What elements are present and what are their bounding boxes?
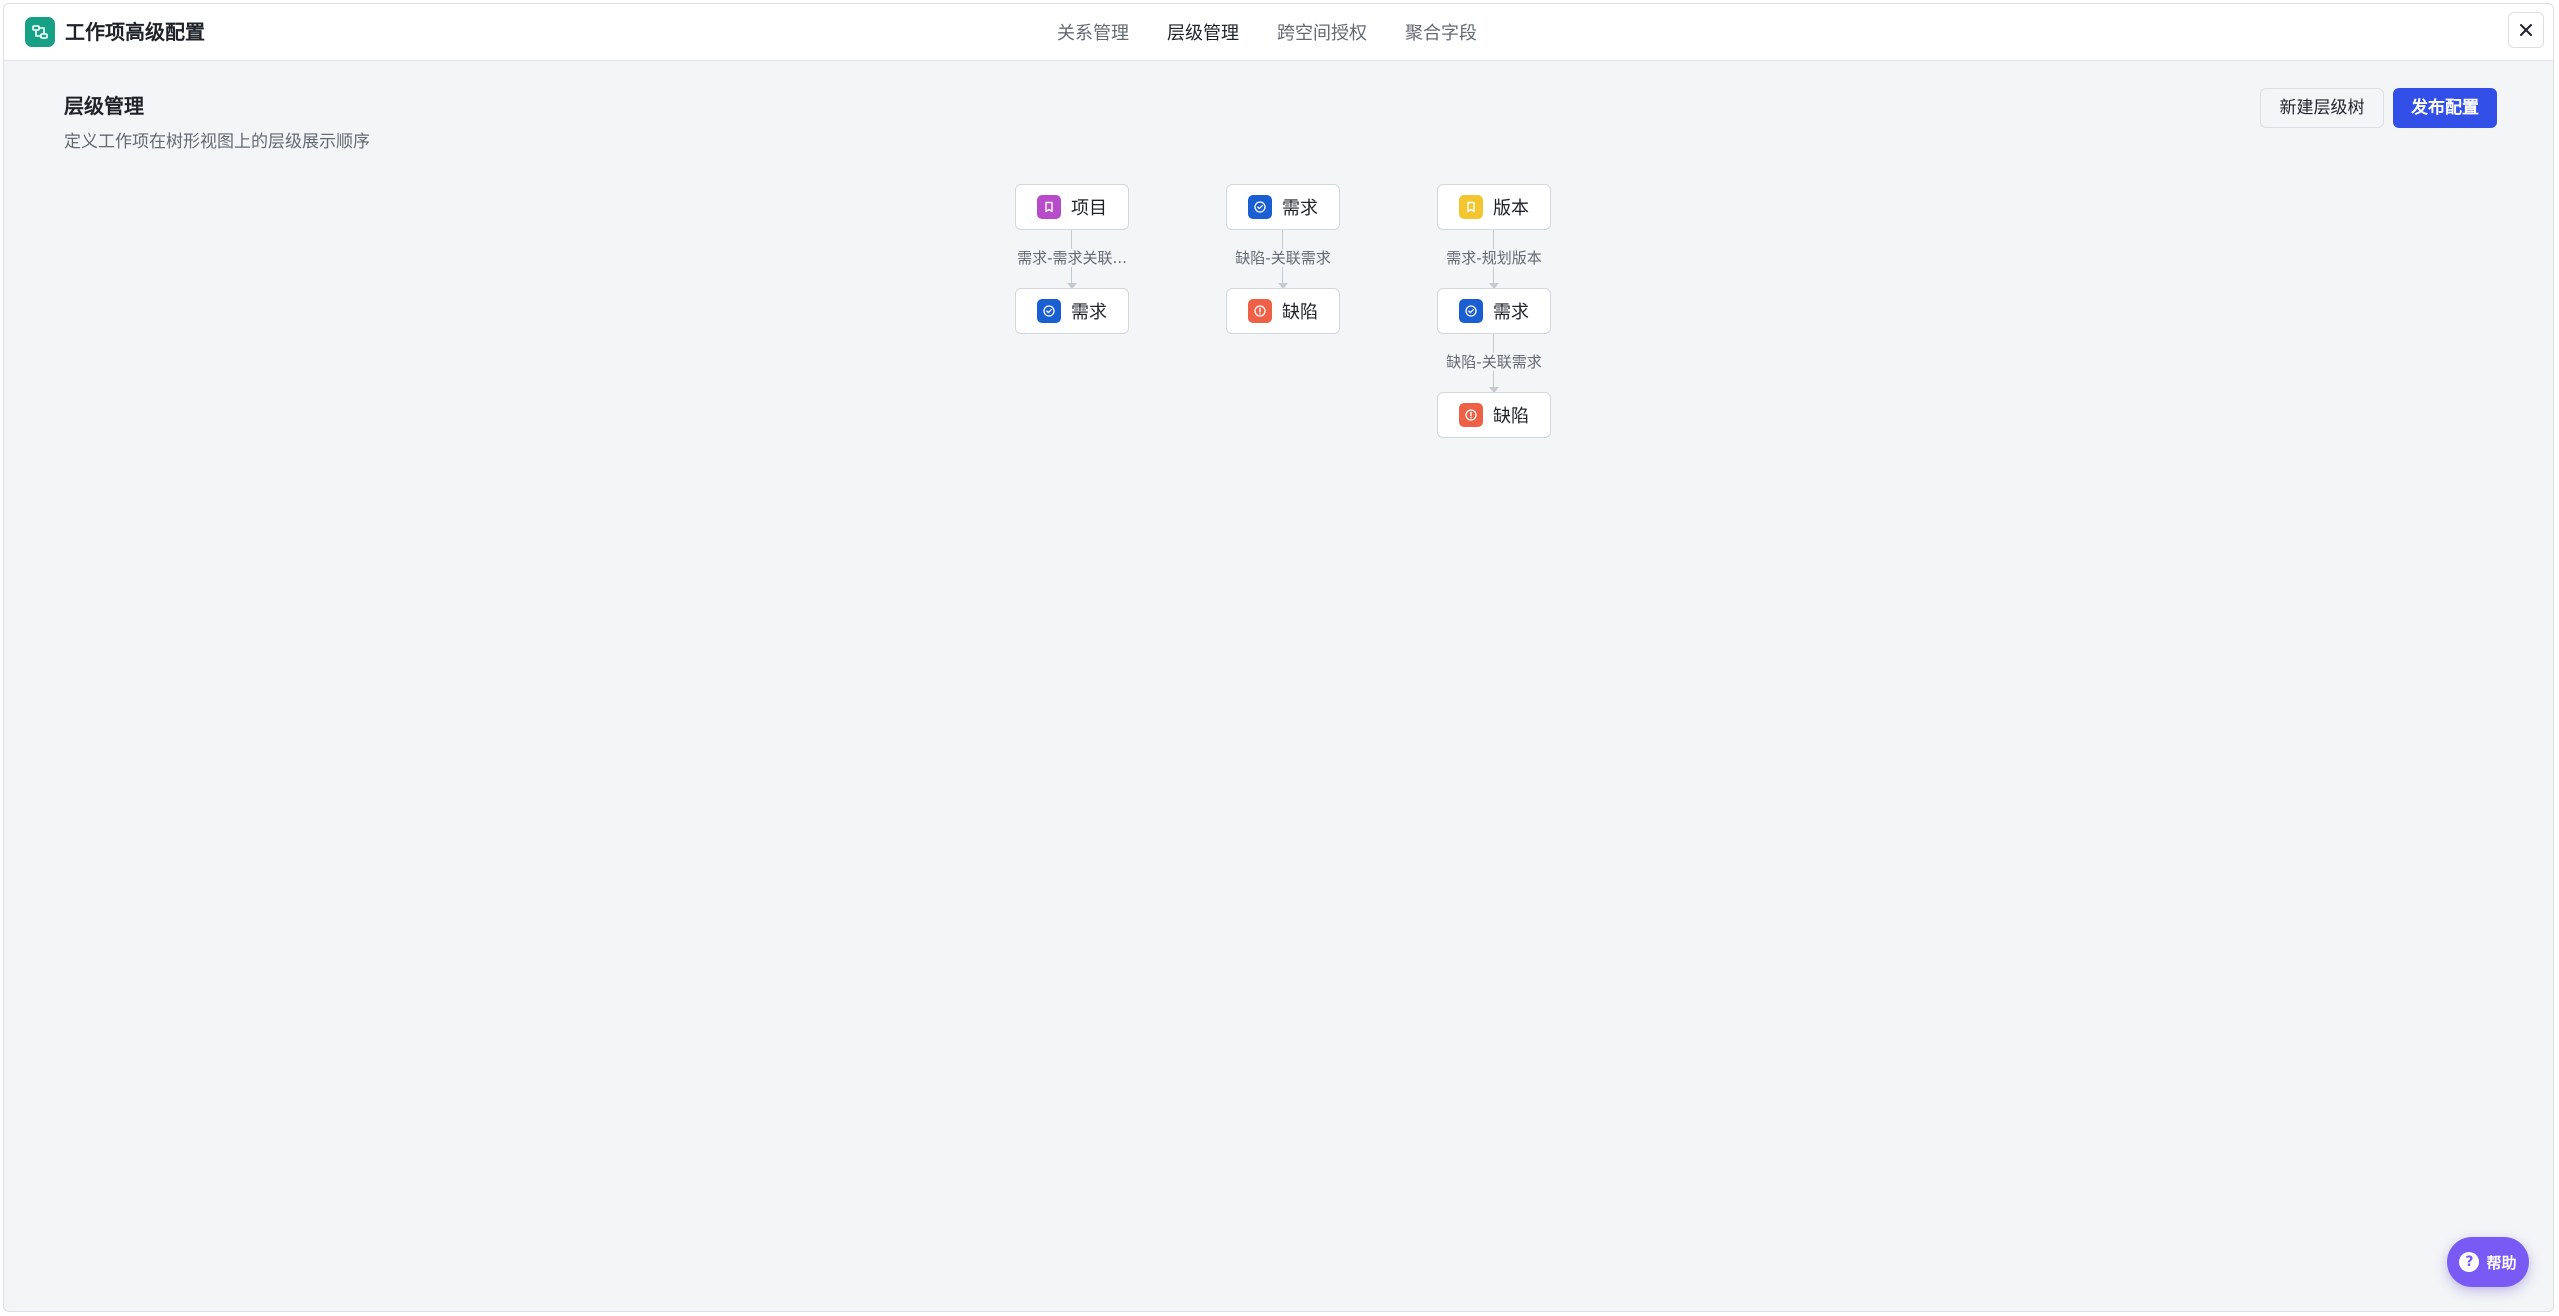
section-description: 定义工作项在树形视图上的层级展示顺序	[64, 132, 370, 152]
tree-node-requirement[interactable]: 需求	[1015, 288, 1129, 334]
tree-node-label: 需求	[1282, 198, 1318, 219]
section-title: 层级管理	[64, 94, 144, 118]
tree-node-label: 缺陷	[1493, 406, 1529, 427]
tree-connector: 需求-需求关联...	[1015, 230, 1129, 289]
tree-node-label: 版本	[1493, 198, 1529, 219]
tab-cross-space-authorization[interactable]: 跨空间授权	[1277, 22, 1367, 46]
tree-node-project[interactable]: 项目	[1015, 184, 1129, 230]
relation-label: 需求-需求关联...	[1016, 249, 1128, 267]
check-circle-icon	[1248, 195, 1272, 219]
tree-node-version[interactable]: 版本	[1437, 184, 1551, 230]
question-icon: ?	[2459, 1252, 2480, 1272]
top-bar: 工作项高级配置 关系管理 层级管理 跨空间授权 聚合字段	[4, 4, 2553, 61]
publish-config-button[interactable]: 发布配置	[2393, 88, 2497, 128]
alert-circle-icon	[1459, 403, 1483, 427]
help-label: 帮助	[2486, 1253, 2517, 1272]
tab-hierarchy-management[interactable]: 层级管理	[1167, 22, 1239, 46]
tree-connector: 缺陷-关联需求	[1437, 334, 1551, 393]
tree-node-label: 需求	[1493, 302, 1529, 323]
tab-aggregate-fields[interactable]: 聚合字段	[1405, 22, 1477, 46]
tree-node-label: 缺陷	[1282, 302, 1318, 323]
bookmark-icon	[1037, 195, 1061, 219]
help-button[interactable]: ? 帮助	[2447, 1237, 2529, 1287]
workflow-icon	[25, 17, 55, 47]
new-hierarchy-tree-button[interactable]: 新建层级树	[2260, 88, 2384, 128]
tree-node-requirement[interactable]: 需求	[1437, 288, 1551, 334]
alert-circle-icon	[1248, 299, 1272, 323]
config-window: 工作项高级配置 关系管理 层级管理 跨空间授权 聚合字段 层级管理 定义工作项在…	[3, 3, 2554, 1312]
relation-label: 需求-规划版本	[1445, 249, 1543, 267]
tab-bar: 关系管理 层级管理 跨空间授权 聚合字段	[1057, 22, 1477, 46]
check-circle-icon	[1459, 299, 1483, 323]
tree-node-label: 项目	[1071, 198, 1107, 219]
check-circle-icon	[1037, 299, 1061, 323]
bookmark-icon	[1459, 195, 1483, 219]
tree-node-defect[interactable]: 缺陷	[1437, 392, 1551, 438]
tab-relation-management[interactable]: 关系管理	[1057, 22, 1129, 46]
close-icon	[2520, 24, 2532, 36]
tree-node-label: 需求	[1071, 302, 1107, 323]
tree-connector: 缺陷-关联需求	[1226, 230, 1340, 289]
app-title: 工作项高级配置	[65, 20, 205, 44]
relation-label: 缺陷-关联需求	[1234, 249, 1332, 267]
tree-connector: 需求-规划版本	[1437, 230, 1551, 289]
tree-node-defect[interactable]: 缺陷	[1226, 288, 1340, 334]
tree-node-requirement[interactable]: 需求	[1226, 184, 1340, 230]
relation-label: 缺陷-关联需求	[1445, 353, 1543, 371]
close-button[interactable]	[2508, 12, 2544, 48]
